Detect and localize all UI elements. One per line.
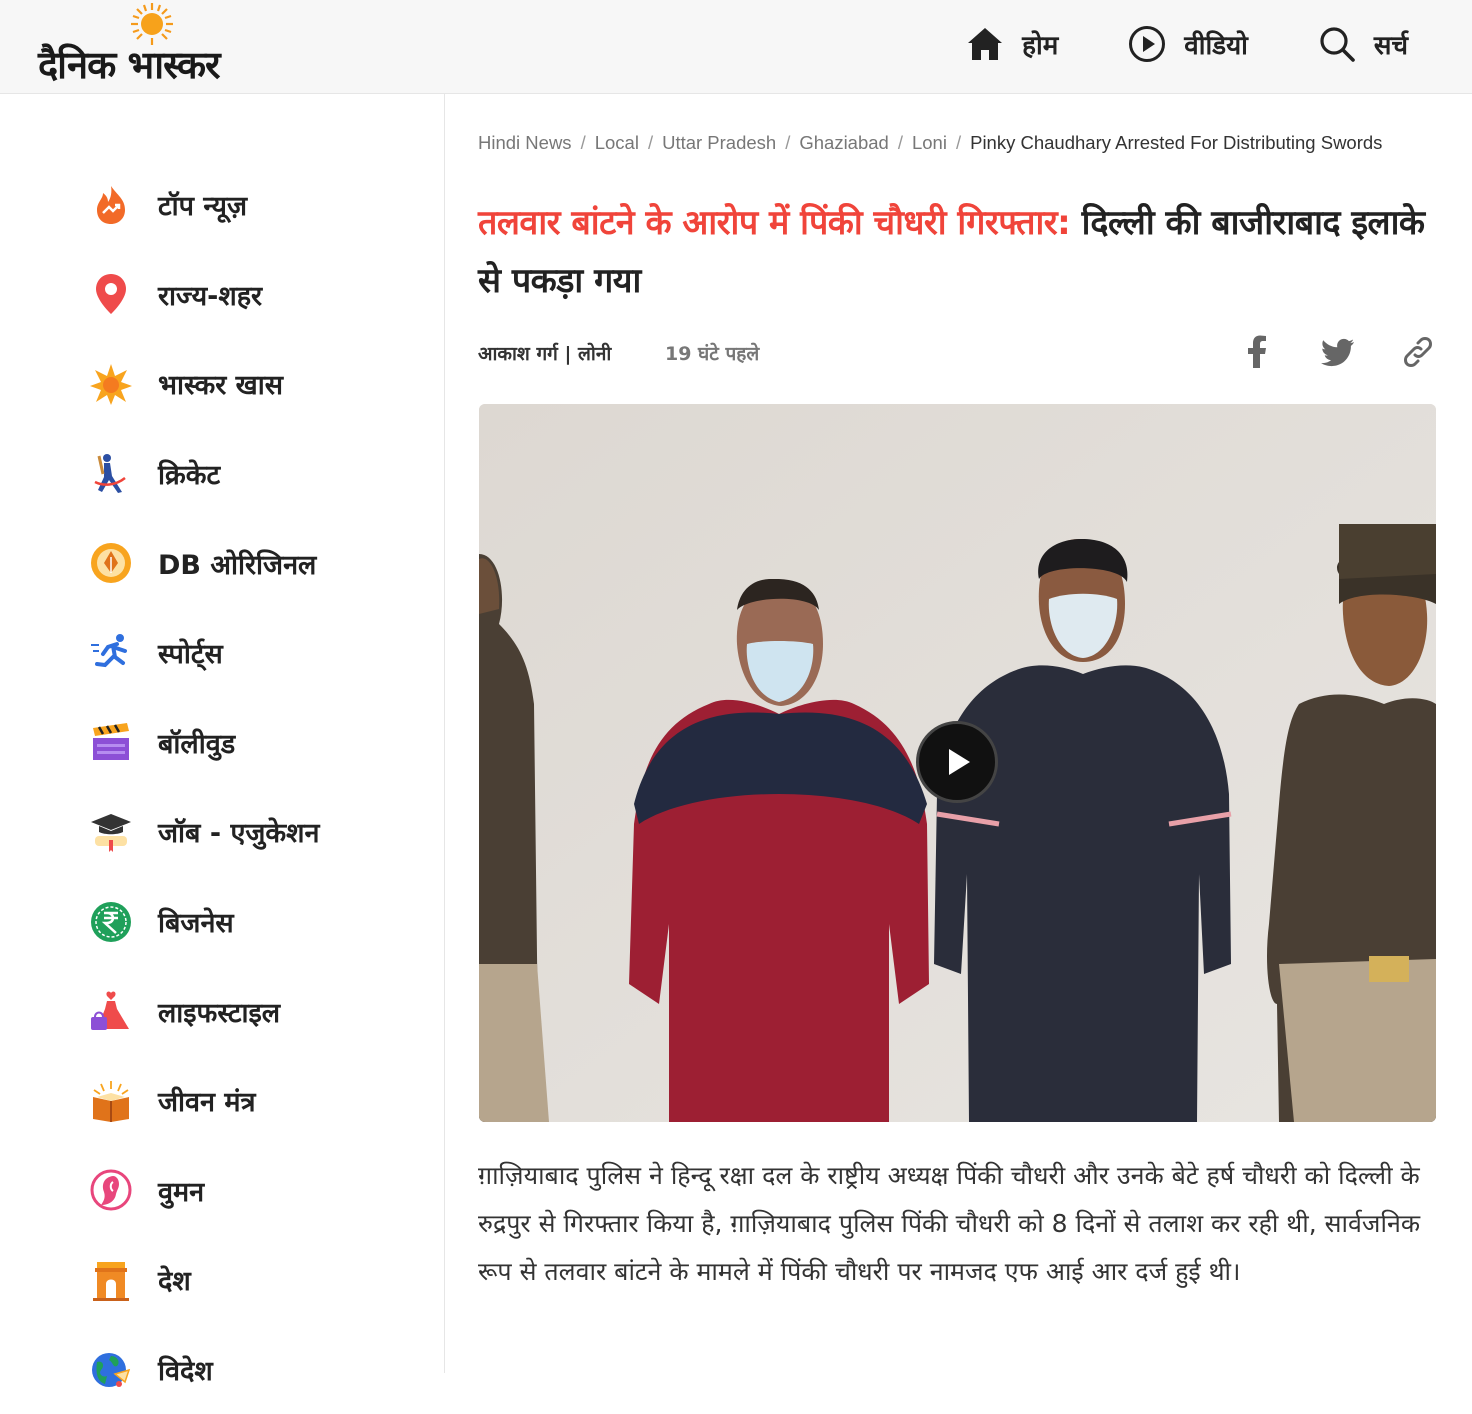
sidebar-item-bollywood[interactable]: बॉलीवुड — [88, 698, 320, 788]
sidebar-item-label: बॉलीवुड — [158, 728, 236, 760]
sidebar-item-label: टॉप न्यूज़ — [158, 191, 247, 223]
sidebar-item-label: विदेश — [158, 1356, 213, 1388]
sidebar-menu: टॉप न्यूज़ राज्य-शहर भास्कर खास क्रिकेट … — [88, 160, 320, 1414]
sidebar-item-cricket[interactable]: क्रिकेट — [88, 429, 320, 519]
facebook-icon — [1248, 335, 1266, 368]
breadcrumb-separator: / — [647, 132, 654, 153]
sidebar-item-woman[interactable]: वुमन — [88, 1146, 320, 1236]
copy-link-button[interactable] — [1398, 332, 1438, 372]
clapperboard-icon — [93, 723, 129, 761]
book-icon — [93, 1080, 129, 1122]
cricket-icon — [94, 453, 126, 493]
graduation-cap-icon — [91, 813, 131, 852]
search-icon — [1320, 27, 1355, 62]
share-facebook-button[interactable] — [1238, 332, 1278, 372]
sidebar-item-label: लाइफस्टाइल — [158, 997, 281, 1029]
logo-text: दैनिक भास्कर — [38, 43, 221, 87]
sidebar-item-bhaskar-khas[interactable]: भास्कर खास — [88, 339, 320, 429]
sidebar-item-jeevan-mantra[interactable]: जीवन मंत्र — [88, 1056, 320, 1146]
sidebar-item-label: देश — [158, 1266, 191, 1298]
sidebar-item-label: वुमन — [158, 1176, 205, 1208]
sidebar-item-job-education[interactable]: जॉब - एजुकेशन — [88, 787, 320, 877]
woman-icon — [90, 1169, 132, 1211]
globe-icon — [92, 1352, 131, 1387]
article-headline: तलवार बांटने के आरोप में पिंकी चौधरी गिर… — [478, 194, 1438, 310]
play-circle-icon — [1129, 26, 1166, 62]
dainik-bhaskar-logo[interactable]: दैनिक भास्कर — [38, 2, 278, 88]
breadcrumb-uttar-pradesh[interactable]: Uttar Pradesh — [662, 132, 776, 153]
twitter-icon — [1321, 338, 1354, 367]
sidebar-item-label: जॉब - एजुकेशन — [158, 818, 320, 850]
runner-icon — [91, 633, 127, 667]
sidebar-item-business[interactable]: बिजनेस — [88, 877, 320, 967]
sidebar: टॉप न्यूज़ राज्य-शहर भास्कर खास क्रिकेट … — [0, 94, 445, 1387]
top-nav: होम वीडियो सर्च — [896, 18, 1408, 70]
breadcrumb-hindi-news[interactable]: Hindi News — [478, 132, 572, 153]
nav-video-label: वीडियो — [1184, 31, 1248, 61]
headline-highlight: तलवार बांटने के आरोप में पिंकी चौधरी गिर… — [478, 203, 1071, 243]
sidebar-item-db-original[interactable]: DB ओरिजिनल — [88, 518, 320, 608]
breadcrumb-ghaziabad[interactable]: Ghaziabad — [799, 132, 888, 153]
play-icon — [949, 749, 970, 775]
sidebar-item-states[interactable]: राज्य-शहर — [88, 250, 320, 340]
share-twitter-button[interactable] — [1318, 332, 1358, 372]
sidebar-item-label: क्रिकेट — [158, 460, 221, 492]
share-bar — [1198, 332, 1438, 372]
breadcrumb-separator: / — [580, 132, 586, 153]
location-pin-icon — [96, 274, 126, 315]
publish-time: 19 घंटे पहले — [665, 343, 760, 365]
sidebar-item-videsh[interactable]: विदेश — [88, 1325, 320, 1414]
breadcrumb-loni[interactable]: Loni — [912, 132, 947, 153]
article-body: ग़ाज़ियाबाद पुलिस ने हिन्दू रक्षा दल के … — [478, 1161, 1421, 1286]
sidebar-item-label: राज्य-शहर — [158, 280, 263, 312]
sidebar-item-label: DB ओरिजिनल — [158, 549, 317, 581]
breadcrumb-current: Pinky Chaudhary Arrested For Distributin… — [970, 132, 1383, 153]
article-video-player[interactable] — [479, 404, 1436, 1122]
nav-search-label: सर्च — [1373, 31, 1408, 61]
nav-search[interactable]: सर्च — [1318, 25, 1408, 63]
sidebar-item-top-news[interactable]: टॉप न्यूज़ — [88, 160, 320, 250]
sidebar-item-lifestyle[interactable]: लाइफस्टाइल — [88, 966, 320, 1056]
rupee-icon — [91, 901, 131, 942]
breadcrumb-separator: / — [897, 132, 903, 153]
breadcrumb-separator: / — [785, 132, 791, 153]
breadcrumb: Hindi News / Local / Uttar Pradesh / Ghaziabad… — [478, 132, 1382, 154]
dress-icon — [91, 991, 129, 1031]
pen-nib-icon — [91, 543, 131, 584]
fire-icon — [97, 185, 125, 224]
nav-home[interactable]: होम — [966, 25, 1058, 63]
breadcrumb-separator: / — [955, 132, 962, 153]
sidebar-item-label: बिजनेस — [158, 908, 234, 940]
sidebar-item-sports[interactable]: स्पोर्ट्स — [88, 608, 320, 698]
nav-video[interactable]: वीडियो — [1128, 25, 1248, 63]
india-gate-icon — [93, 1261, 129, 1301]
sidebar-item-desh[interactable]: देश — [88, 1235, 320, 1325]
home-icon — [968, 28, 1003, 60]
author-byline[interactable]: आकाश गर्ग | लोनी — [478, 340, 611, 366]
sidebar-item-label: जीवन मंत्र — [158, 1087, 256, 1119]
video-play-button[interactable] — [916, 721, 998, 803]
star-icon — [90, 363, 132, 405]
sidebar-item-label: भास्कर खास — [158, 370, 283, 402]
article-meta: आकाश गर्ग | लोनी 19 घंटे पहले — [478, 335, 1438, 372]
nav-home-label: होम — [1022, 31, 1059, 61]
link-icon — [1404, 337, 1432, 367]
breadcrumb-local[interactable]: Local — [595, 132, 639, 153]
sidebar-item-label: स्पोर्ट्स — [158, 639, 223, 671]
site-header: दैनिक भास्कर होम वीडियो सर्च — [0, 0, 1472, 94]
